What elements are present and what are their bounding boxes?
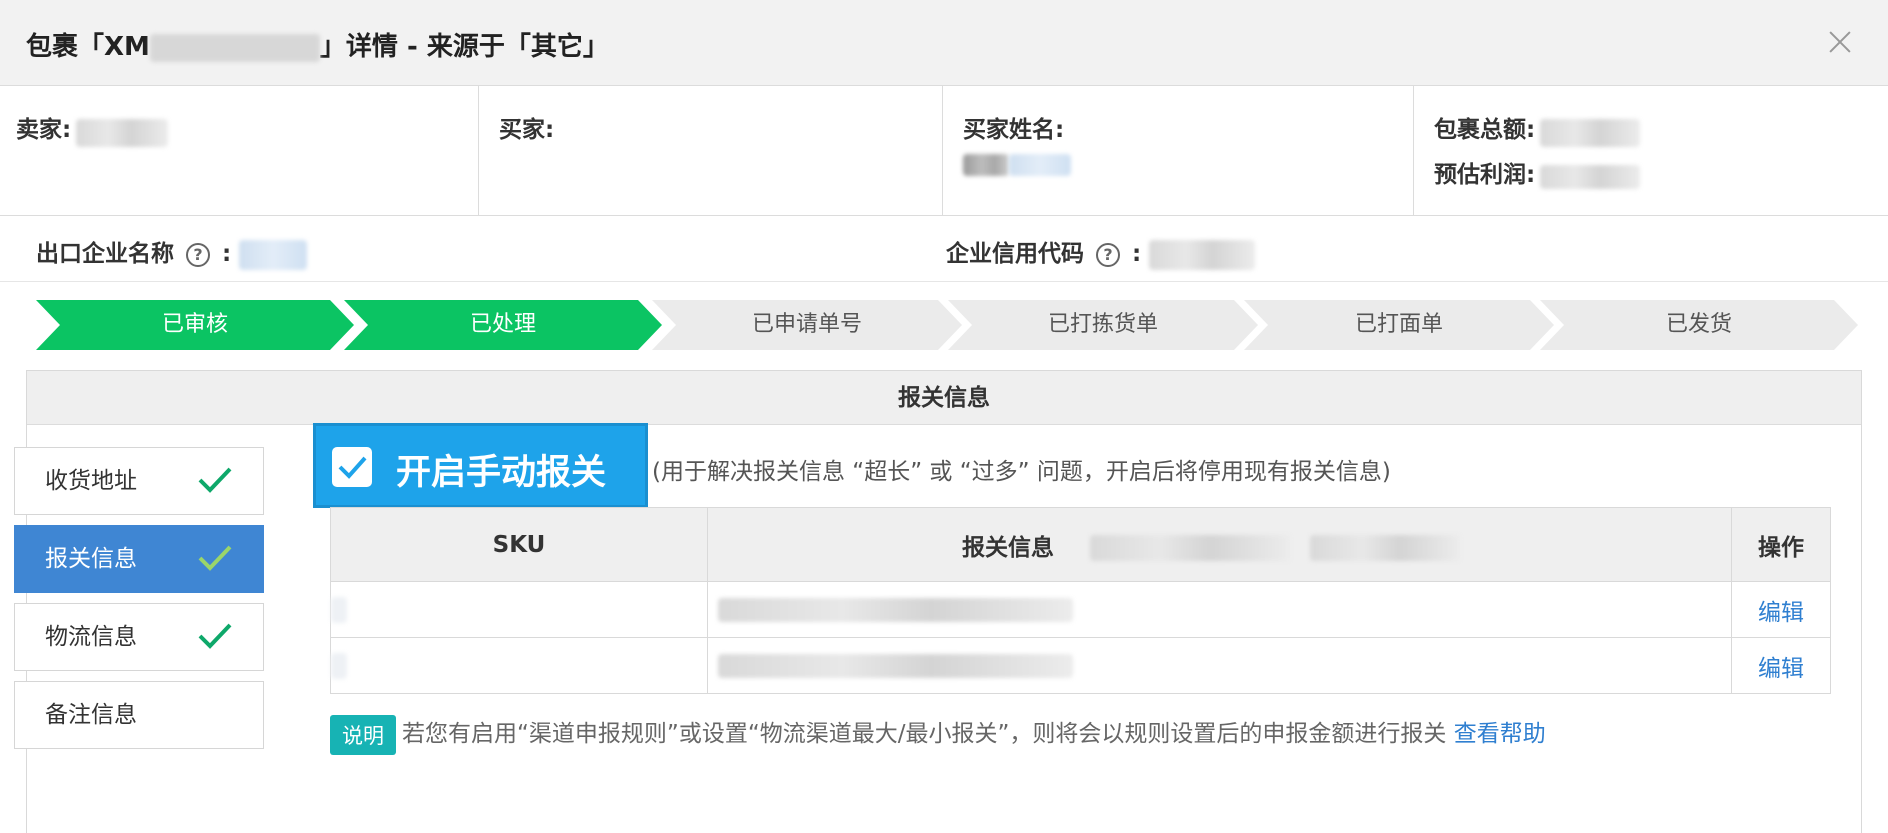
redacted-customs-info [718, 654, 1073, 678]
sidebar-item-remark-info[interactable]: 备注信息 [14, 681, 264, 749]
step-picklist-printed: 已打拣货单 [948, 300, 1258, 350]
credit-code-item: 企业信用代码 ? : [946, 234, 1256, 270]
manual-customs-note: (用于解决报关信息 “超长” 或 “过多” 问题，开启后将停用现有报关信息) [652, 459, 1391, 485]
sidebar-item-customs-info[interactable]: 报关信息 [14, 525, 264, 593]
checkbox-icon [332, 447, 372, 487]
title-suffix: 」详情 - 来源于「其它」 [319, 32, 609, 62]
redacted-buyer-name-2 [1009, 154, 1071, 176]
panel-title: 报关信息 [27, 371, 1861, 425]
sidebar-item-logistics-info[interactable]: 物流信息 [14, 603, 264, 671]
progress-steps: 已审核 已处理 已申请单号 已打拣货单 已打面单 已发货 [36, 300, 1862, 350]
step-processed: 已处理 [344, 300, 662, 350]
customs-info-cell [707, 637, 1732, 694]
export-company-label: 出口企业名称 [36, 241, 174, 267]
modal-title: 包裹「XM 」详情 - 来源于「其它」 [26, 26, 609, 63]
edit-link[interactable]: 编辑 [1758, 600, 1804, 626]
step-shipped: 已发货 [1540, 300, 1858, 350]
column-header-customs-info: 报关信息 [707, 507, 1732, 582]
buyer-name-cell: 买家姓名: [943, 86, 1414, 216]
manual-customs-checkbox[interactable]: 开启手动报关 [313, 423, 648, 508]
redacted-package-id [149, 33, 320, 62]
view-help-link[interactable]: 查看帮助 [1454, 721, 1546, 747]
action-cell: 编辑 [1731, 637, 1831, 694]
sidebar-item-label: 报关信息 [45, 546, 137, 572]
order-info-row: 卖家: 买家: 买家姓名: 包裹总额: 预估利润: [0, 86, 1888, 216]
estimated-profit-line: 预估利润: [1434, 155, 1888, 189]
credit-code-label: 企业信用代码 [946, 241, 1084, 267]
table-header-row: SKU 报关信息 操作 [330, 507, 1831, 582]
step-reviewed: 已审核 [36, 300, 354, 350]
package-total-label: 包裹总额: [1434, 117, 1536, 143]
redacted-credit-code [1149, 239, 1256, 270]
seller-cell: 卖家: [0, 86, 479, 216]
sku-cell [330, 581, 708, 638]
sidebar-item-label: 物流信息 [45, 624, 137, 650]
credit-code-colon: : [1132, 241, 1142, 267]
column-header-sku: SKU [330, 507, 708, 582]
note-badge: 说明 [330, 714, 396, 755]
seller-label: 卖家: [16, 117, 72, 143]
check-icon [198, 623, 232, 649]
redacted-sku [331, 652, 347, 679]
manual-customs-label: 开启手动报关 [396, 453, 607, 493]
note-row: 说明 若您有启用“渠道申报规则”或设置“物流渠道最大/最小报关”，则将会以规则设置… [330, 714, 1546, 755]
buyer-label: 买家: [499, 117, 555, 143]
amount-cell: 包裹总额: 预估利润: [1414, 86, 1888, 216]
export-company-item: 出口企业名称 ? : [36, 234, 308, 270]
table-row: 编辑 [330, 637, 1831, 694]
sidebar-item-shipping-address[interactable]: 收货地址 [14, 447, 264, 515]
close-icon[interactable] [1820, 22, 1860, 62]
sidebar-item-label: 收货地址 [45, 468, 137, 494]
column-header-customs-label: 报关信息 [962, 534, 1054, 561]
check-icon [198, 467, 232, 493]
redacted-customs-info [718, 598, 1073, 622]
customs-info-cell [707, 581, 1732, 638]
table-row: 编辑 [330, 581, 1831, 638]
sku-cell [330, 637, 708, 694]
redacted-header-detail-2 [1310, 535, 1461, 561]
redacted-header-detail [1090, 535, 1291, 561]
redacted-buyer-name [963, 154, 1009, 176]
redacted-buyer-name-wrap [963, 154, 1413, 176]
column-header-action: 操作 [1731, 507, 1831, 582]
modal-header: 包裹「XM 」详情 - 来源于「其它」 [0, 0, 1888, 86]
estimated-profit-label: 预估利润: [1434, 161, 1536, 188]
buyer-cell: 买家: [479, 86, 943, 216]
step-label-printed: 已打面单 [1244, 300, 1554, 350]
edit-link[interactable]: 编辑 [1758, 656, 1804, 682]
note-text: 若您有启用“渠道申报规则”或设置“物流渠道最大/最小报关”，则将会以规则设置后的… [402, 721, 1447, 747]
customs-table: SKU 报关信息 操作 编辑 编辑 [330, 507, 1831, 694]
redacted-package-total [1540, 118, 1641, 147]
sidebar-item-label: 备注信息 [45, 702, 137, 728]
export-company-colon: : [222, 241, 232, 267]
check-icon [198, 545, 232, 571]
help-icon[interactable]: ? [186, 242, 211, 267]
step-tracking-requested: 已申请单号 [652, 300, 962, 350]
buyer-name-label: 买家姓名: [963, 117, 1065, 143]
title-prefix: 包裹「XM [26, 32, 150, 62]
package-total-line: 包裹总额: [1434, 110, 1888, 147]
redacted-sku [331, 596, 347, 623]
redacted-export-company [239, 239, 308, 270]
redacted-estimated-profit [1540, 165, 1641, 189]
action-cell: 编辑 [1731, 581, 1831, 638]
help-icon[interactable]: ? [1096, 242, 1121, 267]
redacted-seller [76, 118, 169, 147]
company-row: 出口企业名称 ? : 企业信用代码 ? : [0, 216, 1888, 282]
